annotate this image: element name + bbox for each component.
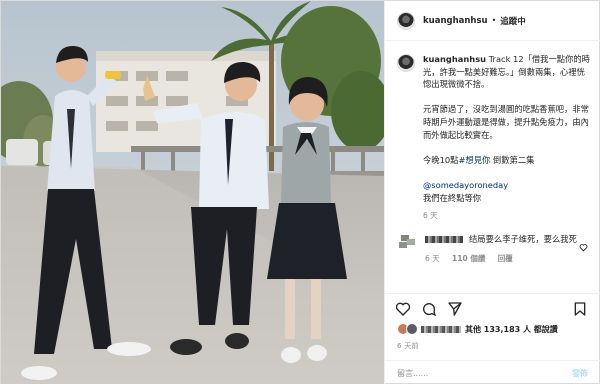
caption-timestamp[interactable]: 6 天 xyxy=(423,210,592,223)
commenter-username-redacted[interactable] xyxy=(425,236,463,243)
post-photo[interactable] xyxy=(1,1,384,384)
bookmark-icon[interactable] xyxy=(572,301,588,317)
caption: kuanghanhsu Track 12「借我一點你的時光，許我一點美好難忘。」… xyxy=(397,53,592,223)
comment-reply-button[interactable]: 回覆 xyxy=(498,254,513,263)
caption-avatar[interactable] xyxy=(397,54,415,72)
likes-text[interactable]: 其他 133,183 人 都說讚 xyxy=(465,324,558,335)
caption-line-3-suffix: 倒數第二集 xyxy=(490,154,535,165)
heart-icon[interactable] xyxy=(395,301,411,317)
author-avatar[interactable] xyxy=(397,11,415,30)
caption-line-3-prefix: 今晚10點 xyxy=(423,154,459,165)
header-separator: • xyxy=(491,16,497,25)
mention-link[interactable]: @somedayoroneday xyxy=(423,179,592,192)
author-username[interactable]: kuanghanhsu xyxy=(423,16,488,26)
commenter-avatar[interactable] xyxy=(397,233,417,251)
share-icon[interactable] xyxy=(447,301,463,317)
post-comment-button[interactable]: 發佈 xyxy=(572,368,588,379)
following-button[interactable]: 追蹤中 xyxy=(500,15,526,27)
caption-line-2: 元宵節過了，沒吃到湯圓的吃點香蕉吧，非常時期戶外運動還是得做，提升點免疫力，由內… xyxy=(423,104,589,140)
liker-avatar xyxy=(406,323,418,335)
caption-block: kuanghanhsu Track 12「借我一點你的時光，許我一點美好難忘。」… xyxy=(397,53,592,223)
comment-text: 结局要么李子维死，要么我死 xyxy=(469,234,577,244)
comment-icon[interactable] xyxy=(421,301,437,317)
comment-item: 结局要么李子维死，要么我死 6 天 110 個讚 回覆 xyxy=(397,233,592,264)
post-header: kuanghanhsu • 追蹤中 xyxy=(385,1,600,41)
caption-text: kuanghanhsu Track 12「借我一點你的時光，許我一點美好難忘。」… xyxy=(423,53,592,223)
liker-username-redacted[interactable] xyxy=(421,325,461,333)
small-heart-icon[interactable] xyxy=(579,243,588,254)
caption-line-4: 我們在終點等你 xyxy=(423,192,482,203)
post-sidebar: kuanghanhsu • 追蹤中 kuanghanhsu Track 12「借… xyxy=(384,1,600,384)
hashtag-link[interactable]: #想見你 xyxy=(458,155,490,165)
post-photo-illustration xyxy=(1,1,384,384)
caption-line-3: 今晚10點#想見你 倒數第二集 xyxy=(423,154,592,167)
comment-meta: 6 天 110 個讚 回覆 xyxy=(425,253,592,264)
comment-input[interactable]: 留言...... xyxy=(397,368,572,379)
add-comment-bar: 留言...... 發佈 xyxy=(385,360,600,384)
comment-likes[interactable]: 110 個讚 xyxy=(452,254,485,263)
action-bar xyxy=(385,293,600,323)
post-date[interactable]: 6 天前 xyxy=(397,341,419,351)
likes-summary[interactable]: 其他 133,183 人 都說讚 xyxy=(397,323,558,335)
instagram-post: kuanghanhsu • 追蹤中 kuanghanhsu Track 12「借… xyxy=(0,0,600,384)
comment-time[interactable]: 6 天 xyxy=(425,254,440,263)
caption-username[interactable]: kuanghanhsu xyxy=(423,54,486,64)
